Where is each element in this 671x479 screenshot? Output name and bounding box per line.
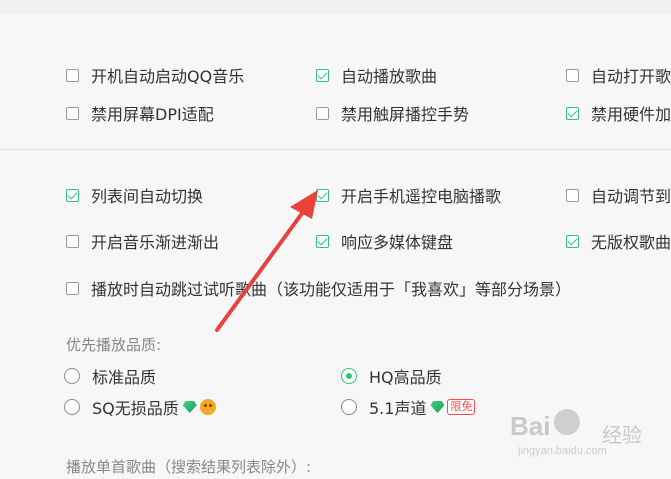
watermark-brand-cn: 经验 (602, 423, 642, 447)
paw-icon (554, 409, 580, 435)
watermark: Bai 经验 jingyan.baidu.com (510, 405, 660, 465)
watermark-url: jingyan.baidu.com (518, 445, 607, 457)
watermark-brand: Bai (510, 411, 551, 441)
